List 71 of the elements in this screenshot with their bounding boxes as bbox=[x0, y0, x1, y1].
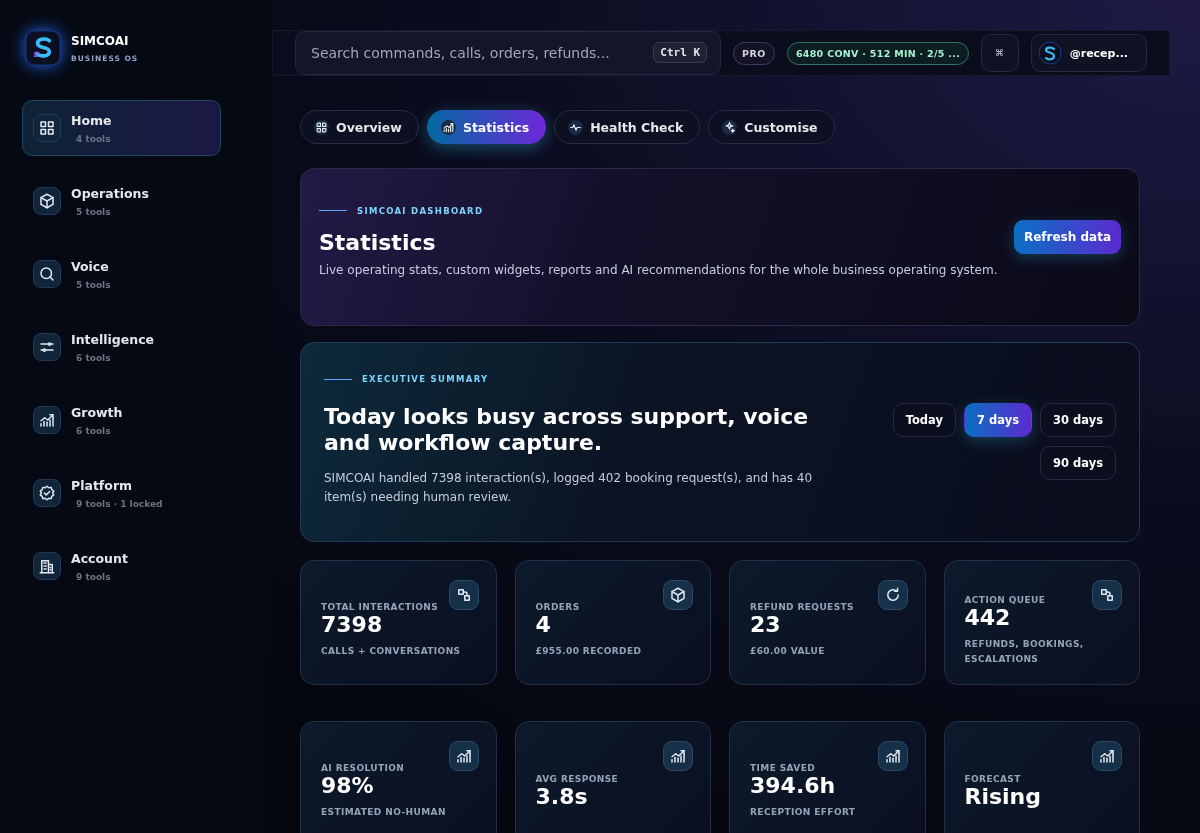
usage-badge: 6480 CONV · 512 MIN · 2/5 ... bbox=[786, 41, 970, 65]
badge-check-icon bbox=[33, 479, 61, 507]
stat-label: ORDERS bbox=[535, 602, 581, 612]
stat-label: REFUND REQUESTS bbox=[750, 602, 855, 612]
stat-caption: CALLS + CONVERSATIONS bbox=[321, 645, 462, 658]
stat-label: TIME SAVED bbox=[750, 763, 817, 773]
user-menu[interactable]: @recep... bbox=[1030, 34, 1147, 72]
range-button[interactable]: 30 days bbox=[1040, 403, 1116, 437]
chart-icon bbox=[33, 406, 61, 434]
summary-title: Today looks busy across support, voice and workflow capture. bbox=[324, 404, 810, 456]
stat-label: AVG RESPONSE bbox=[535, 773, 620, 784]
avatar-icon bbox=[1037, 41, 1062, 65]
eyebrow-label: EXECUTIVE SUMMARY bbox=[362, 374, 489, 384]
summary-text: SIMCOAI handled 7398 interaction(s), logged 402 booking request(s), and has 40 item(s) needing human review. bbox=[324, 470, 814, 506]
refresh-icon bbox=[877, 580, 908, 610]
range-button[interactable]: Today bbox=[892, 403, 956, 437]
command-button[interactable]: ⌘ bbox=[981, 34, 1019, 72]
sidebar-item[interactable]: Growth 6 tools bbox=[22, 392, 221, 448]
range-button[interactable]: 7 days bbox=[964, 403, 1032, 437]
stat-value: 23 bbox=[750, 612, 782, 638]
eyebrow-label: SIMCOAI DASHBOARD bbox=[357, 205, 484, 216]
shortcut-hint: Ctrl K bbox=[653, 42, 708, 63]
sidebar-item[interactable]: Home 4 tools bbox=[22, 100, 221, 156]
tab[interactable]: Overview bbox=[300, 110, 419, 144]
brand-name: SIMCOAI bbox=[71, 33, 130, 48]
chart-icon bbox=[1092, 741, 1122, 771]
cube-icon bbox=[33, 187, 61, 215]
plan-badge: PRO bbox=[733, 41, 775, 65]
sparkle-icon bbox=[722, 119, 738, 135]
stat-value: 7398 bbox=[321, 612, 384, 638]
stat-caption: RECEPTION EFFORT bbox=[750, 806, 857, 819]
link-icon bbox=[448, 580, 479, 610]
stat-label: ACTION QUEUE bbox=[964, 594, 1047, 605]
tab[interactable]: Customise bbox=[708, 110, 835, 144]
stat-label: FORECAST bbox=[964, 773, 1022, 784]
grid-icon bbox=[33, 114, 61, 142]
stat-caption: REFUNDS, BOOKINGS, ESCALATIONS bbox=[964, 637, 1085, 666]
chart-icon bbox=[877, 741, 908, 771]
page-subtitle: Live operating stats, custom widgets, reports and AI recommendations for the whole business operating system. bbox=[319, 262, 998, 277]
stat-value: 4 bbox=[535, 612, 552, 638]
stat-label: TOTAL INTERACTIONS bbox=[321, 602, 440, 612]
pulse-icon bbox=[568, 119, 584, 135]
stat-value: Rising bbox=[964, 783, 1043, 810]
stat-value: 442 bbox=[964, 604, 1012, 631]
range-button[interactable]: 90 days bbox=[1040, 446, 1116, 480]
logo-icon bbox=[25, 30, 61, 66]
stat-value: 98% bbox=[321, 773, 375, 799]
chart-icon bbox=[440, 119, 456, 135]
stat-caption: £955.00 RECORDED bbox=[535, 645, 643, 658]
sidebar-item[interactable]: Account 9 tools bbox=[22, 538, 221, 594]
stat-label: AI RESOLUTION bbox=[321, 763, 406, 773]
building-icon bbox=[33, 552, 61, 580]
sliders-icon bbox=[33, 333, 61, 361]
cube-icon bbox=[663, 580, 693, 610]
stat-value: 394.6h bbox=[750, 773, 837, 799]
sidebar-item[interactable]: Operations 5 tools bbox=[22, 173, 221, 229]
link-icon bbox=[1092, 580, 1122, 610]
chart-icon bbox=[663, 741, 693, 771]
page-title: Statistics bbox=[319, 229, 437, 255]
tab[interactable]: Statistics bbox=[426, 110, 547, 144]
stat-value: 3.8s bbox=[535, 783, 589, 810]
stat-caption: £60.00 VALUE bbox=[750, 645, 826, 658]
grid-icon bbox=[314, 119, 329, 135]
refresh-button[interactable]: Refresh data bbox=[1013, 220, 1121, 254]
sidebar-item[interactable]: Intelligence 6 tools bbox=[22, 319, 221, 375]
search-icon bbox=[33, 260, 61, 288]
sidebar-item[interactable]: Voice 5 tools bbox=[22, 246, 221, 302]
tab[interactable]: Health Check bbox=[554, 110, 701, 144]
chart-icon bbox=[448, 741, 479, 771]
sidebar-item[interactable]: Platform 9 tools · 1 locked bbox=[22, 465, 221, 521]
stat-caption: ESTIMATED NO-HUMAN bbox=[321, 806, 447, 819]
